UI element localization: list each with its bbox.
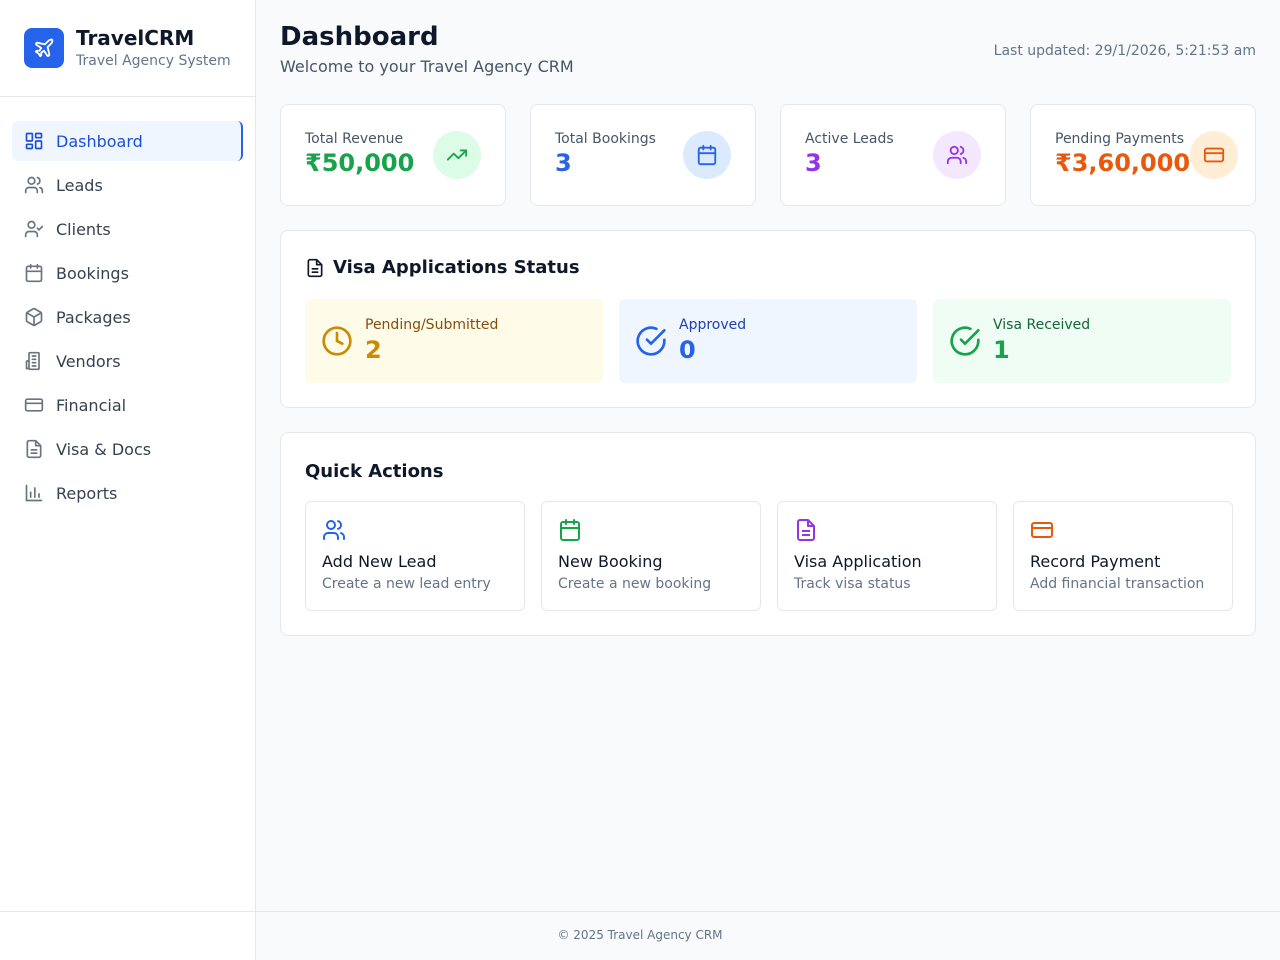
sidebar: TravelCRM Travel Agency System Dashboard… <box>0 0 256 960</box>
visa-application-button[interactable]: Visa Application Track visa status <box>777 501 997 611</box>
quick-action-desc: Track visa status <box>794 576 911 592</box>
sidebar-item-label: Reports <box>56 483 118 503</box>
quick-action-desc: Add financial transaction <box>1030 576 1205 592</box>
stat-card-bookings: Total Bookings 3 <box>530 104 756 206</box>
building-icon <box>25 351 40 371</box>
last-updated: Last updated: 29/1/2026, 5:21:53 am <box>993 43 1256 59</box>
page-subtitle: Welcome to your Travel Agency CRM <box>280 57 574 76</box>
brand: TravelCRM Travel Agency System <box>0 0 255 97</box>
visa-status-panel: Visa Applications Status Pending/Submitt… <box>280 230 1256 408</box>
calendar-icon <box>560 519 580 541</box>
stat-value: ₹50,000 <box>305 149 415 177</box>
sidebar-item-vendors[interactable]: Vendors <box>12 341 243 381</box>
sidebar-item-label: Packages <box>56 307 131 327</box>
quick-action-name: Record Payment <box>1030 552 1161 571</box>
visa-pending-box: Pending/Submitted 2 <box>305 299 603 383</box>
trending-up-icon <box>433 131 481 179</box>
credit-card-icon <box>1190 131 1238 179</box>
quick-action-name: Visa Application <box>794 552 922 571</box>
brand-subtitle: Travel Agency System <box>76 53 231 69</box>
stat-value: 3 <box>555 149 572 177</box>
footer-copyright: © 2025 Travel Agency CRM <box>557 928 723 942</box>
quick-actions-row: Add New Lead Create a new lead entry New… <box>305 501 1233 611</box>
stat-value: 3 <box>805 149 822 177</box>
main-content: Dashboard Welcome to your Travel Agency … <box>280 0 1256 636</box>
stats-row: Total Revenue ₹50,000 Total Bookings 3 A… <box>280 104 1256 206</box>
sidebar-item-visa-docs[interactable]: Visa & Docs <box>12 429 243 469</box>
sidebar-item-financial[interactable]: Financial <box>12 385 243 425</box>
dashboard-icon <box>25 132 43 150</box>
file-text-icon <box>26 439 42 459</box>
sidebar-item-label: Dashboard <box>56 131 143 151</box>
bar-chart-icon <box>25 484 43 502</box>
stat-label: Pending Payments <box>1055 131 1185 147</box>
visa-panel-title: Visa Applications Status <box>305 257 580 278</box>
sidebar-item-label: Bookings <box>56 263 129 283</box>
visa-label: Approved <box>679 317 747 333</box>
new-booking-button[interactable]: New Booking Create a new booking <box>541 501 761 611</box>
sidebar-item-dashboard[interactable]: Dashboard <box>12 121 243 161</box>
calendar-icon <box>683 131 731 179</box>
sidebar-item-label: Financial <box>56 395 127 415</box>
record-payment-button[interactable]: Record Payment Add financial transaction <box>1013 501 1233 611</box>
check-circle-icon <box>636 326 666 356</box>
stat-label: Active Leads <box>805 131 894 147</box>
calendar-icon <box>25 263 43 283</box>
add-new-lead-button[interactable]: Add New Lead Create a new lead entry <box>305 501 525 611</box>
visa-label: Visa Received <box>993 317 1091 333</box>
stat-card-revenue: Total Revenue ₹50,000 <box>280 104 506 206</box>
quick-action-desc: Create a new booking <box>558 576 712 592</box>
credit-card-icon <box>24 398 44 412</box>
sidebar-footer-divider <box>0 911 256 912</box>
quick-actions-panel: Quick Actions Add New Lead Create a new … <box>280 432 1256 636</box>
sidebar-item-bookings[interactable]: Bookings <box>12 253 243 293</box>
sidebar-item-reports[interactable]: Reports <box>12 473 243 513</box>
package-icon <box>25 307 43 327</box>
stat-value: ₹3,60,000 <box>1055 149 1191 177</box>
sidebar-item-label: Vendors <box>56 351 121 371</box>
plane-icon <box>24 28 64 68</box>
quick-action-desc: Create a new lead entry <box>322 576 491 592</box>
stat-label: Total Bookings <box>555 131 656 147</box>
quick-action-name: New Booking <box>558 552 663 571</box>
sidebar-item-label: Clients <box>56 219 111 239</box>
visa-value: 2 <box>365 336 382 364</box>
visa-received-box: Visa Received 1 <box>933 299 1231 383</box>
users-icon <box>24 176 44 194</box>
brand-title: TravelCRM <box>76 26 195 50</box>
visa-approved-box: Approved 0 <box>619 299 917 383</box>
visa-status-row: Pending/Submitted 2 Approved 0 Visa Rece… <box>305 299 1231 383</box>
visa-value: 1 <box>993 336 1010 364</box>
check-circle-icon <box>950 326 980 356</box>
quick-actions-title: Quick Actions <box>305 461 444 482</box>
sidebar-item-label: Visa & Docs <box>56 439 152 459</box>
page-header: Dashboard Welcome to your Travel Agency … <box>280 0 1256 104</box>
credit-card-icon <box>1031 522 1053 538</box>
sidebar-item-leads[interactable]: Leads <box>12 165 243 205</box>
users-icon <box>323 520 345 540</box>
visa-value: 0 <box>679 336 696 364</box>
stat-card-pending-payments: Pending Payments ₹3,60,000 <box>1030 104 1256 206</box>
visa-label: Pending/Submitted <box>365 317 499 333</box>
file-text-icon <box>307 258 323 277</box>
visa-panel-title-text: Visa Applications Status <box>333 257 580 278</box>
users-icon <box>933 131 981 179</box>
page-title: Dashboard <box>280 22 439 52</box>
user-check-icon <box>24 220 44 238</box>
sidebar-nav: Dashboard Leads Clients Bookings Package… <box>0 97 255 513</box>
file-text-icon <box>797 519 815 541</box>
quick-action-name: Add New Lead <box>322 552 437 571</box>
stat-label: Total Revenue <box>305 131 404 147</box>
stat-card-leads: Active Leads 3 <box>780 104 1006 206</box>
sidebar-item-label: Leads <box>56 175 103 195</box>
clock-icon <box>322 326 352 356</box>
sidebar-item-clients[interactable]: Clients <box>12 209 243 249</box>
sidebar-item-packages[interactable]: Packages <box>12 297 243 337</box>
